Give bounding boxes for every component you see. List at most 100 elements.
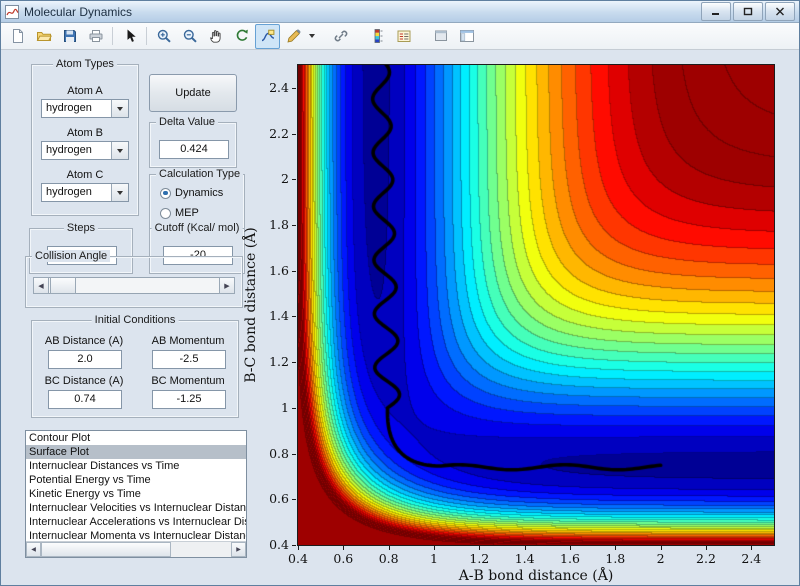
ab-momentum-field[interactable]: -2.5	[152, 350, 226, 369]
x-tick-label: 0.8	[378, 551, 399, 566]
edit-plot-icon[interactable]	[117, 24, 142, 49]
atom-b-label: Atom B	[66, 127, 104, 139]
brush-icon[interactable]	[281, 24, 306, 49]
y-tick-mark	[292, 225, 296, 226]
figure-area: Atom Types Atom A hydrogen Atom B hydrog…	[1, 50, 799, 585]
save-figure-icon[interactable]	[57, 24, 82, 49]
slider-right-arrow-icon[interactable]: ▶	[219, 277, 235, 294]
initial-conditions-title: Initial Conditions	[91, 314, 179, 326]
x-tick-mark	[298, 546, 299, 550]
list-item-selected[interactable]: Surface Plot	[26, 445, 246, 459]
y-tick-mark	[292, 407, 296, 409]
dynamics-radio-button[interactable]: Dynamics	[160, 187, 223, 199]
x-tick-mark	[388, 546, 390, 550]
link-plot-icon[interactable]	[328, 24, 353, 49]
y-tick-label: 2	[281, 171, 289, 187]
bc-distance-field[interactable]: 0.74	[48, 390, 122, 409]
list-item[interactable]: Internuclear Velocities vs Internuclear …	[26, 501, 246, 515]
open-file-icon[interactable]	[31, 24, 56, 49]
delta-value-panel: Delta Value 0.424	[149, 116, 237, 168]
new-figure-icon[interactable]	[5, 24, 30, 49]
atom-a-dropdown[interactable]: hydrogen	[41, 99, 129, 118]
print-figure-icon[interactable]	[83, 24, 108, 49]
collision-angle-panel: Collision Angle ◀ ▶	[25, 250, 243, 308]
slider-left-arrow-icon[interactable]: ◀	[33, 277, 49, 294]
plot-type-listbox[interactable]: Contour Plot Surface Plot Internuclear D…	[25, 430, 247, 558]
maximize-button[interactable]	[733, 2, 763, 21]
titlebar[interactable]: Molecular Dynamics	[1, 1, 799, 23]
ab-distance-label: AB Distance (A)	[44, 335, 124, 347]
x-tick-mark	[751, 546, 753, 550]
y-tick-label: 0.8	[269, 445, 289, 461]
close-button[interactable]	[765, 2, 795, 21]
x-tick-mark	[615, 546, 617, 550]
zoom-in-icon[interactable]	[151, 24, 176, 49]
atom-c-dropdown[interactable]: hydrogen	[41, 183, 129, 202]
zoom-out-icon[interactable]	[177, 24, 202, 49]
toolbar-separator	[146, 27, 147, 45]
y-tick-mark	[292, 316, 296, 318]
x-tick-mark	[434, 546, 435, 550]
steps-title: Steps	[63, 222, 99, 234]
brush-dropdown-arrow-icon[interactable]	[307, 25, 316, 48]
scroll-right-arrow-icon[interactable]: ▶	[231, 542, 246, 557]
dynamics-radio-label: Dynamics	[175, 187, 224, 199]
bc-distance-label: BC Distance (A)	[44, 375, 124, 387]
collision-angle-slider[interactable]: ◀ ▶	[33, 277, 235, 294]
rotate-3d-icon[interactable]	[229, 24, 254, 49]
list-item[interactable]: Internuclear Accelerations vs Internucle…	[26, 515, 246, 529]
contour-canvas[interactable]	[298, 65, 774, 545]
x-tick-mark	[706, 546, 707, 550]
y-tick-mark	[292, 179, 296, 181]
radio-unselected-icon	[160, 207, 171, 219]
insert-legend-icon[interactable]	[391, 24, 416, 49]
app-icon	[5, 4, 19, 19]
list-item[interactable]: Internuclear Distances vs Time	[26, 459, 246, 473]
scroll-left-arrow-icon[interactable]: ◀	[26, 542, 41, 557]
x-tick-label: 1.4	[514, 551, 535, 566]
update-button[interactable]: Update	[149, 74, 237, 112]
minimize-button[interactable]	[701, 2, 731, 21]
y-tick-label: 1.6	[269, 262, 289, 278]
x-tick-label: 2	[656, 551, 665, 566]
mep-radio-button[interactable]: MEP	[160, 207, 199, 219]
delta-value-title: Delta Value	[156, 116, 219, 128]
listbox-hscrollbar[interactable]: ◀ ▶	[26, 541, 246, 557]
data-cursor-icon[interactable]	[255, 23, 280, 49]
x-tick-mark	[524, 546, 526, 550]
y-tick-label: 0.6	[269, 491, 289, 507]
y-tick-label: 1	[281, 399, 289, 415]
bc-momentum-field[interactable]: -1.25	[152, 390, 226, 409]
hide-plot-tools-icon[interactable]	[428, 24, 453, 49]
y-tick-label: 0.4	[269, 537, 289, 552]
bc-momentum-label: BC Momentum	[151, 375, 225, 387]
delta-value-field[interactable]: 0.424	[159, 140, 229, 159]
pan-icon[interactable]	[203, 24, 228, 49]
list-item[interactable]: Potential Energy vs Time	[26, 473, 246, 487]
y-tick-mark	[292, 133, 296, 135]
ab-distance-field[interactable]: 2.0	[48, 350, 122, 369]
show-plot-tools-icon[interactable]	[454, 24, 479, 49]
insert-colorbar-icon[interactable]	[365, 24, 390, 49]
toolbar-separator	[112, 27, 113, 45]
y-tick-label: 1.4	[269, 308, 289, 324]
y-tick-mark	[292, 453, 296, 455]
x-tick-label: 0.4	[288, 551, 308, 566]
list-item[interactable]: Contour Plot	[26, 431, 246, 445]
cutoff-title: Cutoff (Kcal/ mol)	[151, 222, 243, 234]
y-tick-label: 2.2	[269, 125, 289, 141]
toolbar	[1, 23, 799, 50]
x-axis-label: A-B bond distance (Å)	[458, 568, 614, 584]
atom-b-dropdown[interactable]: hydrogen	[41, 141, 129, 160]
x-tick-label: 2.2	[696, 551, 716, 566]
chevron-down-icon[interactable]	[111, 142, 128, 159]
y-tick-label: 1.8	[269, 217, 289, 232]
slider-thumb[interactable]	[50, 277, 76, 294]
x-tick-mark	[660, 546, 662, 550]
x-tick-label: 1	[430, 551, 438, 566]
y-tick-mark	[292, 362, 296, 364]
chevron-down-icon[interactable]	[111, 100, 128, 117]
scrollbar-thumb[interactable]	[41, 542, 171, 557]
chevron-down-icon[interactable]	[111, 184, 128, 201]
list-item[interactable]: Kinetic Energy vs Time	[26, 487, 246, 501]
